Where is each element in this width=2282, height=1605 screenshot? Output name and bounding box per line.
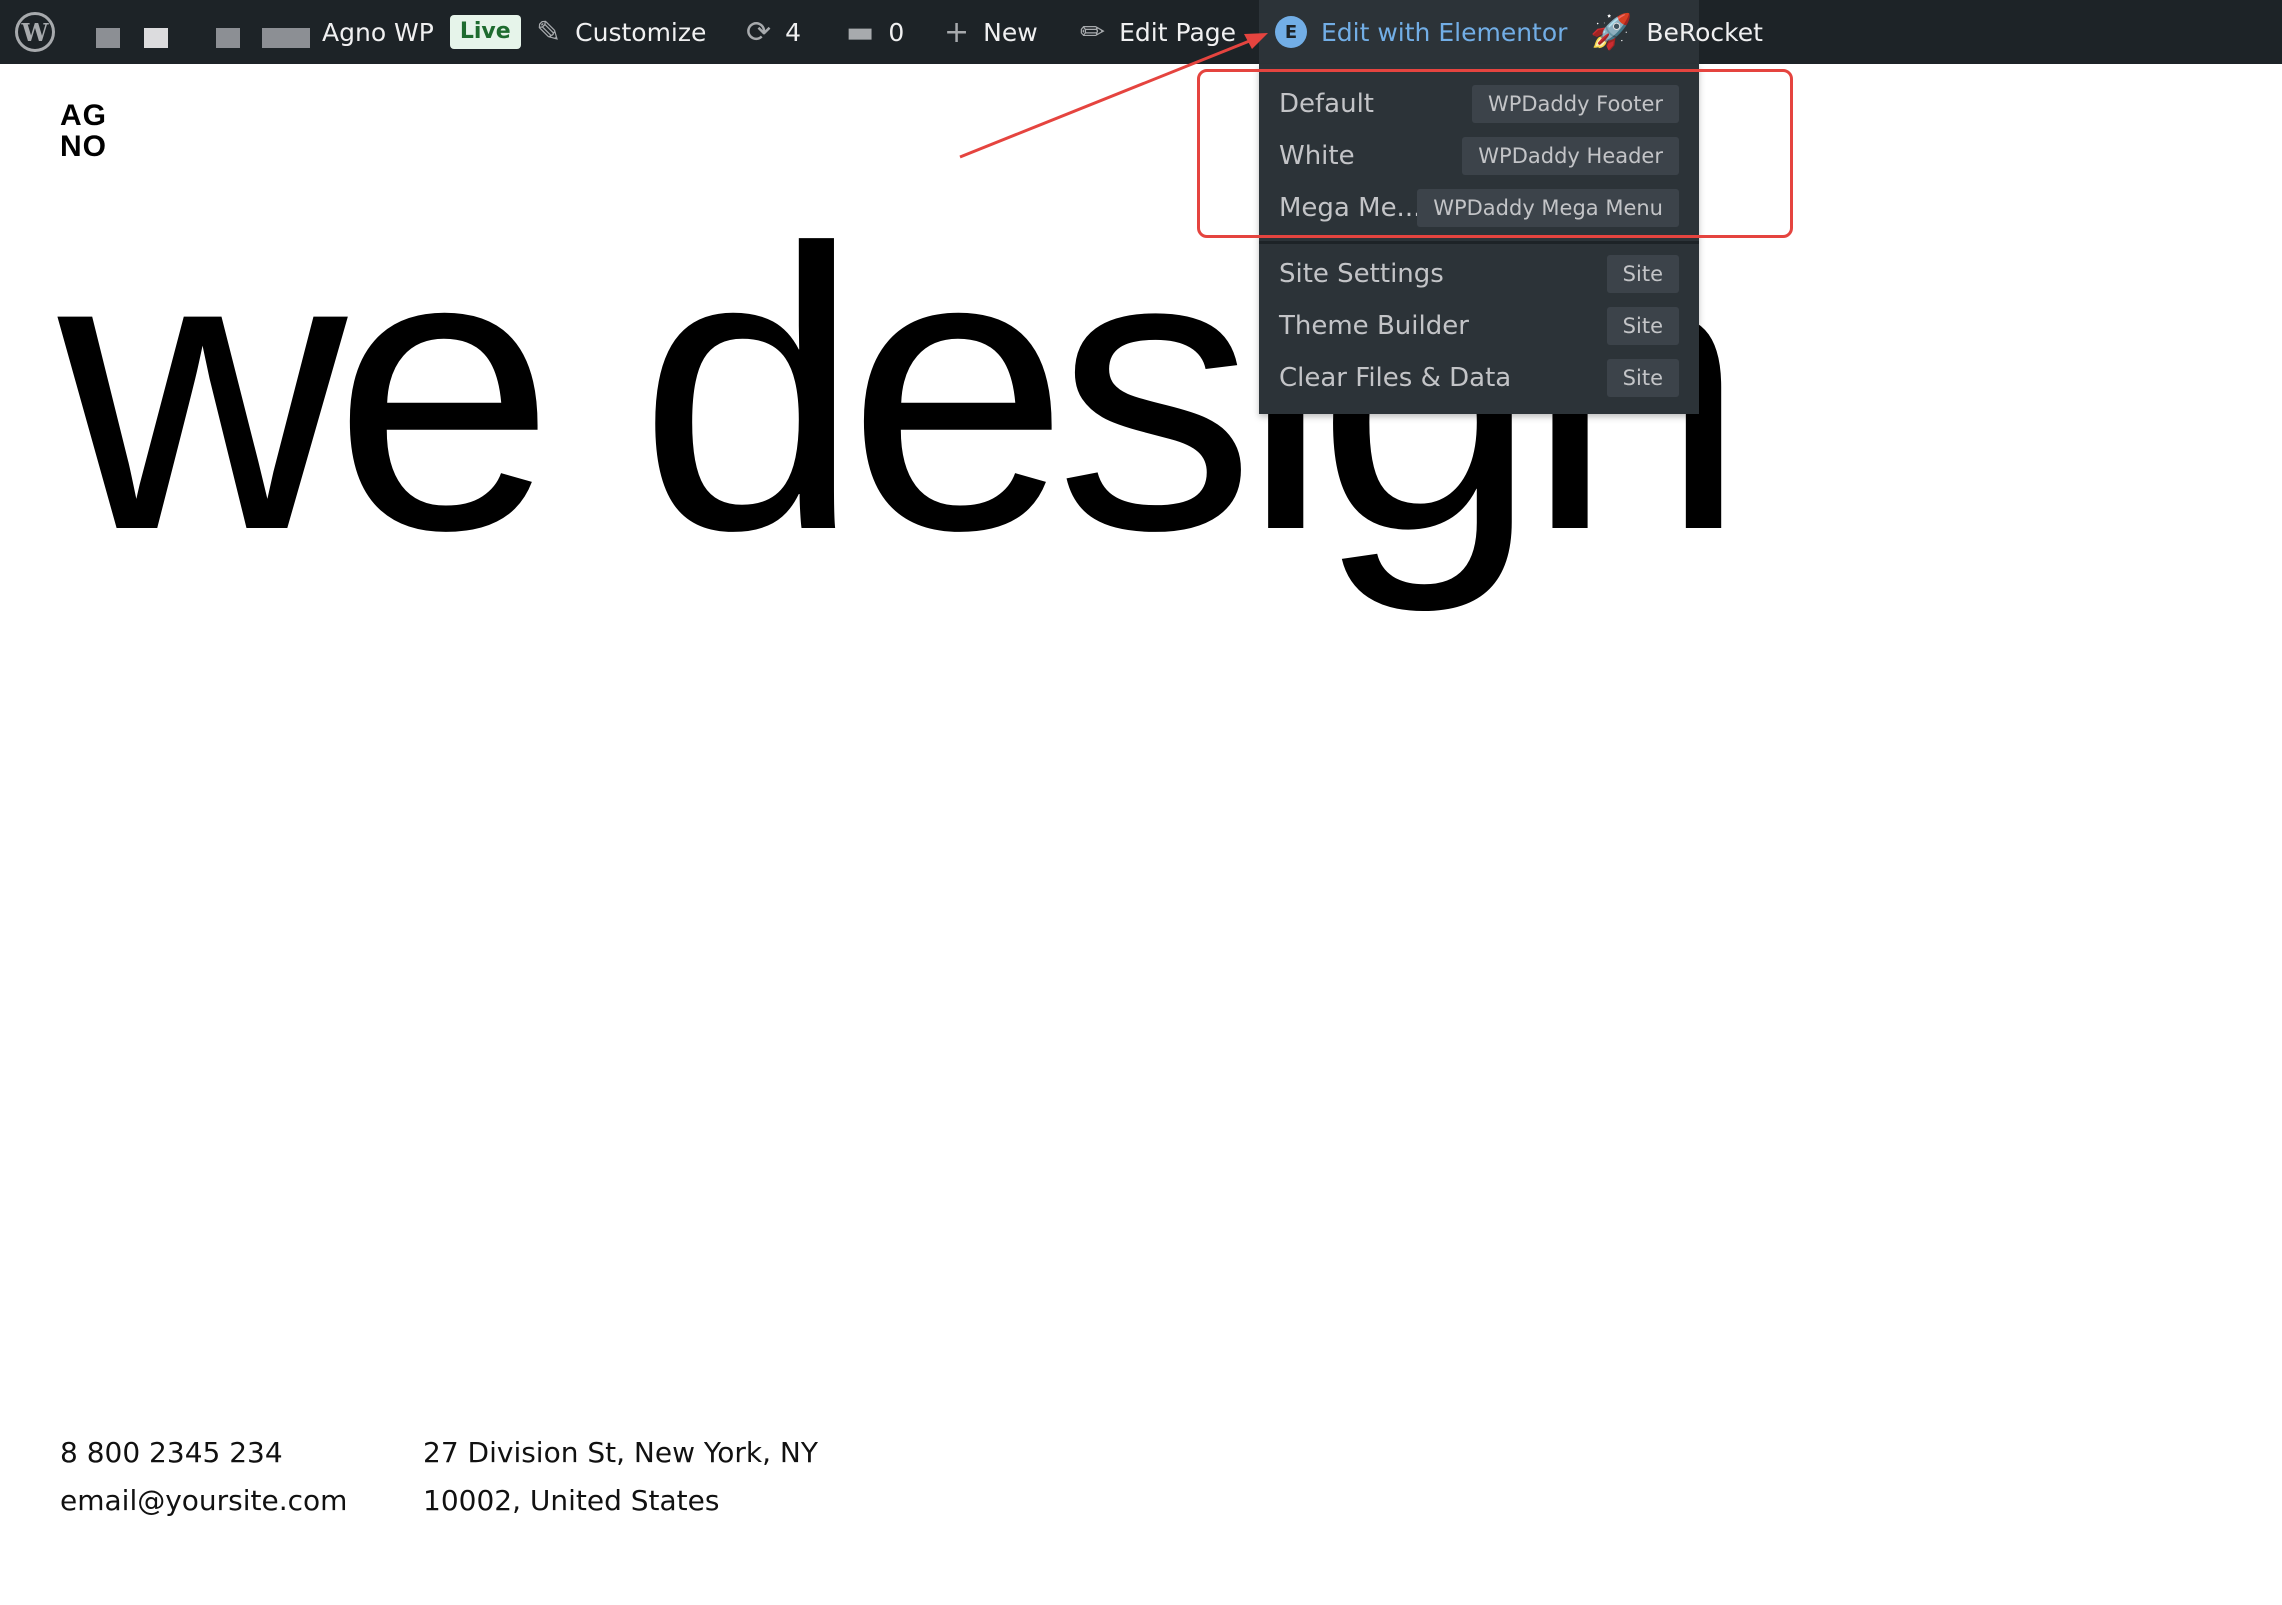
footer-address-line-2: 10002, United States [423, 1484, 720, 1517]
admin-bar: W Agno WP Live ✎ Customize ⟳ 4 ▬ 0 + New… [0, 0, 2282, 64]
dropdown-item-clear-files[interactable]: Clear Files & Data Site [1259, 352, 1699, 404]
logo-line-1: AG [60, 99, 107, 132]
dropdown-item-theme-builder[interactable]: Theme Builder Site [1259, 300, 1699, 352]
site-name: Agno WP [322, 17, 434, 47]
wordpress-logo-icon[interactable]: W [12, 0, 58, 64]
new-label: New [983, 17, 1038, 47]
comments-count: 0 [888, 17, 905, 47]
refresh-icon: ⟳ [746, 14, 772, 50]
brush-icon: ✎ [536, 14, 562, 50]
rocket-icon: 🚀 [1590, 12, 1633, 52]
footer-email[interactable]: email@yoursite.com [60, 1477, 347, 1525]
dropdown-item-label: Clear Files & Data [1279, 363, 1512, 393]
plus-icon: + [944, 14, 970, 50]
redacted-block [216, 28, 240, 48]
dropdown-item-site-settings[interactable]: Site Settings Site [1259, 248, 1699, 300]
comments-link[interactable]: ▬ 0 [846, 0, 904, 64]
elementor-label: Edit with Elementor [1321, 17, 1568, 47]
redacted-block [144, 28, 168, 48]
edit-page-label: Edit Page [1119, 17, 1237, 47]
footer-address-line-1: 27 Division St, New York, NY [423, 1436, 818, 1469]
pencil-icon: ✏ [1080, 14, 1106, 50]
logo-line-2: NO [60, 130, 107, 163]
footer-address: 27 Division St, New York, NY 10002, Unit… [423, 1429, 818, 1525]
updates-link[interactable]: ⟳ 4 [746, 0, 801, 64]
redacted-block [262, 28, 310, 48]
site-badge: Site [1606, 255, 1679, 293]
annotation-highlight-box [1197, 69, 1793, 238]
footer-phone[interactable]: 8 800 2345 234 [60, 1429, 347, 1477]
dropdown-separator [1259, 241, 1699, 244]
dropdown-item-label: Theme Builder [1279, 311, 1469, 341]
live-badge: Live [449, 15, 521, 49]
redacted-block [96, 28, 120, 48]
site-badge: Site [1606, 359, 1679, 397]
comment-icon: ▬ [846, 14, 875, 50]
dropdown-item-label: Site Settings [1279, 259, 1444, 289]
edit-page-link[interactable]: ✏ Edit Page [1080, 0, 1236, 64]
elementor-icon: E [1275, 16, 1307, 48]
site-name-menu[interactable]: Agno WP Live [322, 0, 521, 64]
berocket-label: BeRocket [1646, 17, 1763, 47]
new-content-link[interactable]: + New [944, 0, 1038, 64]
updates-count: 4 [785, 17, 802, 47]
site-logo[interactable]: AG NO [60, 100, 107, 162]
berocket-link[interactable]: 🚀 BeRocket [1590, 0, 1763, 64]
customize-label: Customize [575, 17, 707, 47]
footer-contact: 8 800 2345 234 email@yoursite.com [60, 1429, 347, 1525]
site-badge: Site [1606, 307, 1679, 345]
customize-link[interactable]: ✎ Customize [536, 0, 706, 64]
